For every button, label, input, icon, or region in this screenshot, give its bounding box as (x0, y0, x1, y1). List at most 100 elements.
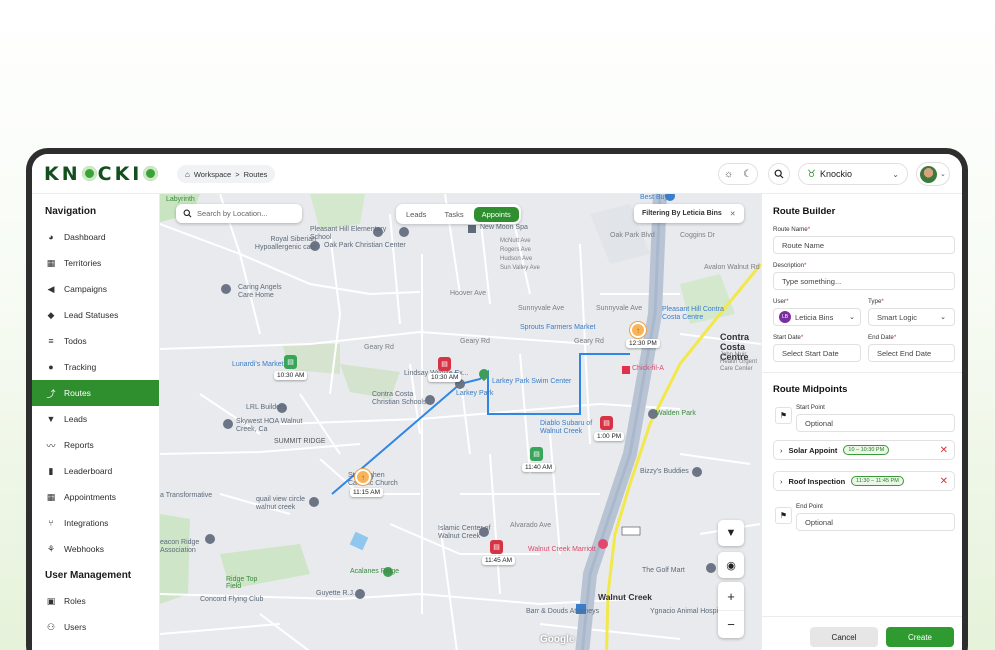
map-filter-button[interactable]: ▼ (718, 520, 744, 546)
sidebar-item-label: Webhooks (64, 544, 105, 554)
knockio-mark-icon: ♉ (807, 168, 816, 180)
calendar-icon: ▦ (46, 491, 56, 502)
tab-leads[interactable]: Leads (398, 207, 434, 222)
sidebar-item-webhooks[interactable]: ⚘ Webhooks (32, 536, 159, 562)
appointment-pin[interactable]: ▤ (530, 447, 543, 461)
remove-icon[interactable]: ✕ (940, 445, 948, 456)
sidebar-item-users[interactable]: ⚇ Users (32, 614, 159, 640)
pin-time-label: 10:30 AM (428, 373, 462, 382)
sidebar-item-leaderboard[interactable]: ▮ Leaderboard (32, 458, 159, 484)
end-date-placeholder: Select End Date (877, 348, 932, 358)
sun-icon[interactable]: ☼ (724, 169, 733, 180)
sidebar-item-tracking[interactable]: ● Tracking (32, 354, 159, 380)
start-point-placeholder: Optional (805, 418, 833, 428)
appointment-pin[interactable]: ▤ (438, 357, 451, 371)
map-label-islamic: Islamic Center of Walnut Creek (438, 525, 491, 540)
appointment-pin[interactable]: ▤ (600, 416, 613, 430)
required-mark: * (800, 334, 804, 341)
sidebar-item-lead-statuses[interactable]: ◆ Lead Statuses (32, 302, 159, 328)
sidebar-item-territories[interactable]: ▦ Territories (32, 250, 159, 276)
type-label-text: Type (868, 298, 882, 305)
user-value: Leticia Bins (795, 312, 834, 322)
chevron-right-icon[interactable]: › (780, 446, 783, 455)
profile-menu[interactable]: ⌄ (916, 162, 950, 186)
start-date-input[interactable]: Select Start Date (773, 344, 861, 362)
sidebar-item-integrations[interactable]: ⑂ Integrations (32, 510, 159, 536)
id-card-icon: ▣ (46, 595, 56, 606)
sidebar-item-label: Routes (64, 388, 91, 398)
home-icon[interactable]: ⌂ (185, 170, 190, 179)
sidebar-item-roles[interactable]: ▣ Roles (32, 588, 159, 614)
chevron-right-icon[interactable]: › (780, 477, 783, 486)
map-label-labyrinth: Labyrinth (166, 196, 195, 203)
start-point-input[interactable]: Optional (796, 414, 955, 432)
device-frame: KN CKI ⌂ Workspace > Routes ☼ ☾ ♉ Knockio… (26, 148, 968, 650)
workspace-select[interactable]: ♉ Knockio ⌄ (798, 163, 908, 185)
close-icon[interactable]: ✕ (730, 210, 736, 218)
type-label: Type* (868, 298, 884, 305)
midpoint-row[interactable]: › Roof Inspection 11:30 – 11:45 PM ✕ (773, 471, 955, 491)
zoom-out-button[interactable]: − (718, 610, 744, 638)
breadcrumb-workspace[interactable]: Workspace (194, 170, 231, 179)
route-icon: ⤴ (46, 388, 56, 399)
cancel-button[interactable]: Cancel (810, 627, 878, 647)
sidebar-item-leads[interactable]: ▼ Leads (32, 406, 159, 432)
global-search-button[interactable] (768, 163, 790, 185)
route-name-input[interactable]: Route Name (773, 236, 955, 254)
tab-tasks[interactable]: Tasks (436, 207, 471, 222)
type-select[interactable]: Smart Logic ⌄ (868, 308, 955, 326)
remove-icon[interactable]: ✕ (940, 476, 948, 487)
chevron-down-icon: ⌄ (940, 314, 946, 321)
map-label-geary-2: Geary Rd (460, 338, 490, 345)
theme-toggle[interactable]: ☼ ☾ (718, 163, 758, 185)
sidebar-item-label: Leads (64, 414, 88, 424)
moon-icon[interactable]: ☾ (743, 169, 752, 180)
sidebar-item-reports[interactable]: 〰 Reports (32, 432, 159, 458)
sidebar-item-label: Leaderboard (64, 466, 113, 476)
map-label-sprouts: Sprouts Farmers Market (520, 324, 596, 331)
user-select[interactable]: LB Leticia Bins ⌄ (773, 308, 861, 326)
route-map[interactable]: Labyrinth Pleasant Hill Elementary Schoo… (160, 194, 761, 650)
breadcrumb-routes: Routes (243, 169, 268, 179)
sidebar-item-label: Appointments (64, 492, 116, 502)
sidebar-item-routes[interactable]: ⤴ Routes (32, 380, 159, 406)
create-button[interactable]: Create (886, 627, 954, 647)
sidebar-item-todos[interactable]: ≡ Todos (32, 328, 159, 354)
sidebar-nav-list: ◕ Dashboard ▦ Territories ◀ Campaigns ◆ Lead St… (32, 224, 159, 562)
description-input[interactable]: Type something... (773, 272, 955, 290)
route-midpoints-title: Route Midpoints (773, 384, 848, 395)
webhook-icon: ⚘ (46, 543, 56, 554)
tab-appoints[interactable]: Appoints (473, 206, 519, 222)
route-end-pin[interactable]: ↑ (355, 469, 371, 485)
zoom-in-button[interactable]: + (718, 582, 744, 610)
route-name-label: Route Name* (773, 226, 810, 233)
route-start-pin[interactable]: ↑ (630, 322, 646, 338)
end-point-input[interactable]: Optional (796, 513, 955, 531)
map-icon: ▦ (46, 257, 56, 268)
chevron-down-icon: ⌄ (940, 171, 946, 178)
end-date-input[interactable]: Select End Date (868, 344, 955, 362)
sidebar-item-appointments[interactable]: ▦ Appointments (32, 484, 159, 510)
users-icon: ⚇ (46, 621, 56, 632)
pin-time-label: 10:30 AM (274, 371, 308, 380)
map-label-coggins: Coggins Dr (680, 232, 716, 239)
map-label-best-buy: Best Buy (640, 194, 669, 201)
appointment-pin[interactable]: ▤ (284, 355, 297, 369)
sidebar-item-dashboard[interactable]: ◕ Dashboard (32, 224, 159, 250)
sidebar-user-list: ▣ Roles ⚇ Users (32, 588, 159, 640)
map-label-larkey: Larkey Park Swim Center (492, 378, 572, 385)
appointment-pin[interactable]: ▤ (490, 540, 503, 554)
map-label-pleasant-hill-cc: Pleasant Hill Contra Costa Centre (662, 306, 724, 321)
my-location-button[interactable]: ◉ (718, 552, 744, 578)
sidebar-item-campaigns[interactable]: ◀ Campaigns (32, 276, 159, 302)
map-search-input[interactable]: Search by Location... (176, 204, 302, 223)
breadcrumb-separator: > (235, 169, 240, 179)
midpoint-row[interactable]: › Solar Appoint 10 – 10:30 PM ✕ (773, 440, 955, 460)
map-label-lunardis: Lunardi's Market (232, 361, 284, 368)
knockio-logo[interactable]: KN CKI (44, 163, 159, 185)
start-date-label-text: Start Date (773, 334, 801, 341)
pin-time-label: 11:15 AM (350, 488, 383, 497)
filter-chip[interactable]: Filtering By Leticia Bins ✕ (634, 204, 744, 223)
map-label-new-moon-spa: New Moon Spa (480, 224, 528, 231)
filter-user: Leticia Bins (682, 210, 722, 217)
